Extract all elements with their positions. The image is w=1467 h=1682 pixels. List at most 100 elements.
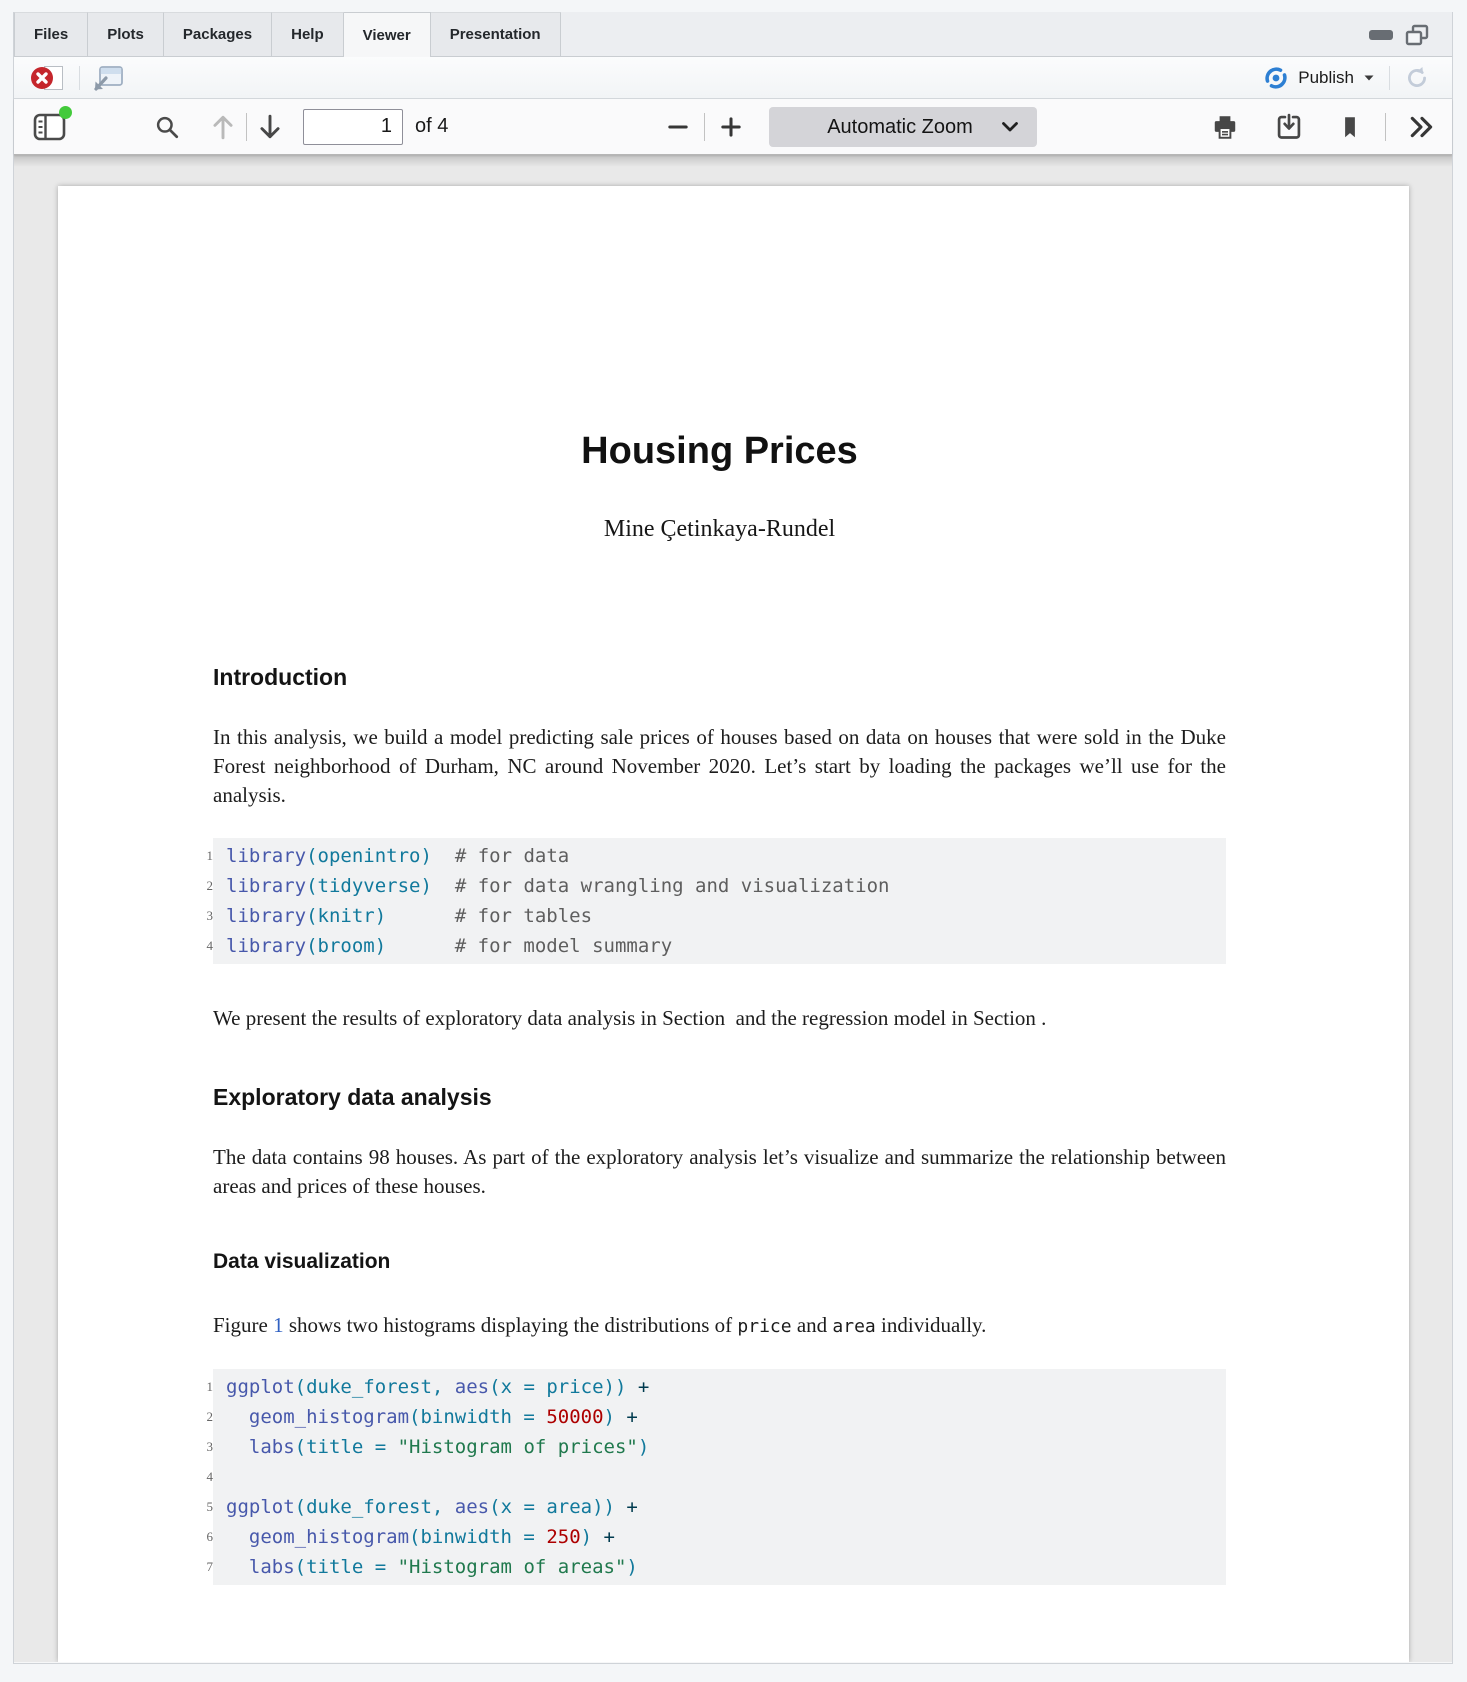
code-text [226, 1466, 237, 1488]
publish-icon [1263, 66, 1289, 90]
bookmark-icon[interactable] [1337, 114, 1363, 140]
line-number: 3 [189, 901, 213, 931]
pdf-toolbar: of 4 Automatic Zoom [14, 99, 1452, 155]
code-line: 3 labs(title = "Histogram of prices") [226, 1432, 1226, 1462]
line-number: 4 [189, 1462, 213, 1492]
code-line: 7 labs(title = "Histogram of areas") [226, 1552, 1226, 1582]
toolbar-separator [1389, 66, 1390, 90]
text-segment: and [792, 1313, 833, 1337]
code-line: 4library(broom) # for model summary [226, 931, 1226, 961]
toolbar-separator [704, 113, 705, 141]
line-number: 3 [189, 1432, 213, 1462]
minimize-pane-icon[interactable] [1368, 28, 1394, 42]
pane-window-buttons [1368, 12, 1430, 57]
stop-red-x-icon [31, 67, 53, 89]
code-line: 5ggplot(duke_forest, aes(x = area)) + [226, 1492, 1226, 1522]
inline-code: area [832, 1316, 875, 1337]
code-block: 1library(openintro) # for data2library(t… [213, 838, 1226, 964]
document-body: Introduction In this analysis, we build a… [213, 663, 1226, 1585]
tab-help[interactable]: Help [272, 12, 344, 56]
next-page-icon[interactable] [257, 113, 283, 141]
notification-green-dot [59, 106, 72, 119]
page-number-input[interactable] [303, 109, 403, 145]
toggle-sidebar-button[interactable] [32, 111, 68, 143]
code-text: geom_histogram(binwidth = 250) + [226, 1526, 615, 1548]
code-line: 3library(knitr) # for tables [226, 901, 1226, 931]
code-text: library(knitr) # for tables [226, 905, 592, 927]
page-count-label: of 4 [415, 115, 448, 138]
toolbar-separator [1385, 113, 1386, 141]
paragraph: We present the results of exploratory da… [213, 1004, 1226, 1033]
print-icon[interactable] [1211, 113, 1239, 141]
line-number: 5 [189, 1492, 213, 1522]
document-title: Housing Prices [213, 430, 1226, 473]
search-icon[interactable] [154, 114, 180, 140]
line-number: 2 [189, 871, 213, 901]
pdf-viewer-area[interactable]: Housing Prices Mine Çetinkaya-Rundel Int… [14, 155, 1452, 1662]
toolbar-separator [246, 113, 247, 141]
section-heading: Introduction [213, 663, 1226, 691]
paragraph: In this analysis, we build a model predi… [213, 723, 1226, 810]
code-line: 4 [226, 1462, 1226, 1492]
code-text: labs(title = "Histogram of prices") [226, 1436, 649, 1458]
publish-button[interactable]: Publish [1263, 66, 1375, 90]
zoom-select-label: Automatic Zoom [799, 116, 1001, 139]
code-text: library(openintro) # for data [226, 845, 569, 867]
code-block: 1ggplot(duke_forest, aes(x = price)) +2 … [213, 1369, 1226, 1585]
code-line: 1library(openintro) # for data [226, 841, 1226, 871]
refresh-icon[interactable] [1404, 65, 1430, 91]
code-text: library(broom) # for model summary [226, 935, 672, 957]
tab-presentation[interactable]: Presentation [431, 12, 561, 56]
viewer-toolbar: Publish [14, 57, 1452, 99]
inline-code: price [737, 1316, 791, 1337]
document-content: Housing Prices Mine Çetinkaya-Rundel Int… [58, 430, 1409, 1585]
maximize-pane-icon[interactable] [1404, 23, 1430, 47]
zoom-in-icon[interactable] [717, 113, 745, 141]
text-segment: We present the results of exploratory da… [213, 1006, 1046, 1030]
section-heading: Data visualization [213, 1249, 1226, 1275]
paragraph: Figure 1 shows two histograms displaying… [213, 1311, 1226, 1341]
text-segment: individually. [876, 1313, 987, 1337]
open-in-new-window-button[interactable] [92, 65, 124, 91]
line-number: 6 [189, 1522, 213, 1552]
figure-ref-link[interactable]: 1 [273, 1313, 284, 1337]
code-text: ggplot(duke_forest, aes(x = area)) + [226, 1496, 638, 1518]
text-segment: shows two histograms displaying the dist… [284, 1313, 738, 1337]
pane-tabbar: Files Plots Packages Help Viewer Present… [14, 12, 1452, 57]
document-author: Mine Çetinkaya-Rundel [213, 516, 1226, 543]
download-icon[interactable] [1275, 113, 1303, 141]
text-segment: The data contains 98 houses. As part of … [213, 1145, 1226, 1198]
stop-button[interactable] [31, 64, 67, 92]
paragraph: The data contains 98 houses. As part of … [213, 1143, 1226, 1201]
code-line: 2library(tidyverse) # for data wrangling… [226, 871, 1226, 901]
zoom-select[interactable]: Automatic Zoom [769, 107, 1037, 147]
line-number: 1 [189, 841, 213, 871]
tab-files[interactable]: Files [14, 12, 88, 56]
tab-packages[interactable]: Packages [164, 12, 272, 56]
toolbar-separator [79, 66, 80, 90]
line-number: 1 [189, 1372, 213, 1402]
previous-page-icon[interactable] [210, 113, 236, 141]
more-tools-icon[interactable] [1408, 114, 1436, 140]
code-line: 1ggplot(duke_forest, aes(x = price)) + [226, 1372, 1226, 1402]
code-text: ggplot(duke_forest, aes(x = price)) + [226, 1376, 649, 1398]
rstudio-window: Files Plots Packages Help Viewer Present… [0, 0, 1467, 1682]
line-number: 4 [189, 931, 213, 961]
code-text: labs(title = "Histogram of areas") [226, 1556, 638, 1578]
publish-label: Publish [1298, 68, 1354, 88]
tab-viewer[interactable]: Viewer [344, 12, 431, 57]
code-line: 2 geom_histogram(binwidth = 50000) + [226, 1402, 1226, 1432]
tab-plots[interactable]: Plots [88, 12, 164, 56]
code-text: library(tidyverse) # for data wrangling … [226, 875, 890, 897]
pdf-page: Housing Prices Mine Çetinkaya-Rundel Int… [58, 186, 1409, 1662]
chevron-down-icon [1001, 121, 1019, 133]
line-number: 2 [189, 1402, 213, 1432]
code-text: geom_histogram(binwidth = 50000) + [226, 1406, 638, 1428]
viewer-pane: Files Plots Packages Help Viewer Present… [13, 12, 1453, 1664]
section-heading: Exploratory data analysis [213, 1083, 1226, 1111]
text-segment: In this analysis, we build a model predi… [213, 725, 1226, 807]
code-line: 6 geom_histogram(binwidth = 250) + [226, 1522, 1226, 1552]
text-segment: Figure [213, 1313, 273, 1337]
publish-caret-icon [1363, 74, 1375, 82]
zoom-out-icon[interactable] [664, 113, 692, 141]
